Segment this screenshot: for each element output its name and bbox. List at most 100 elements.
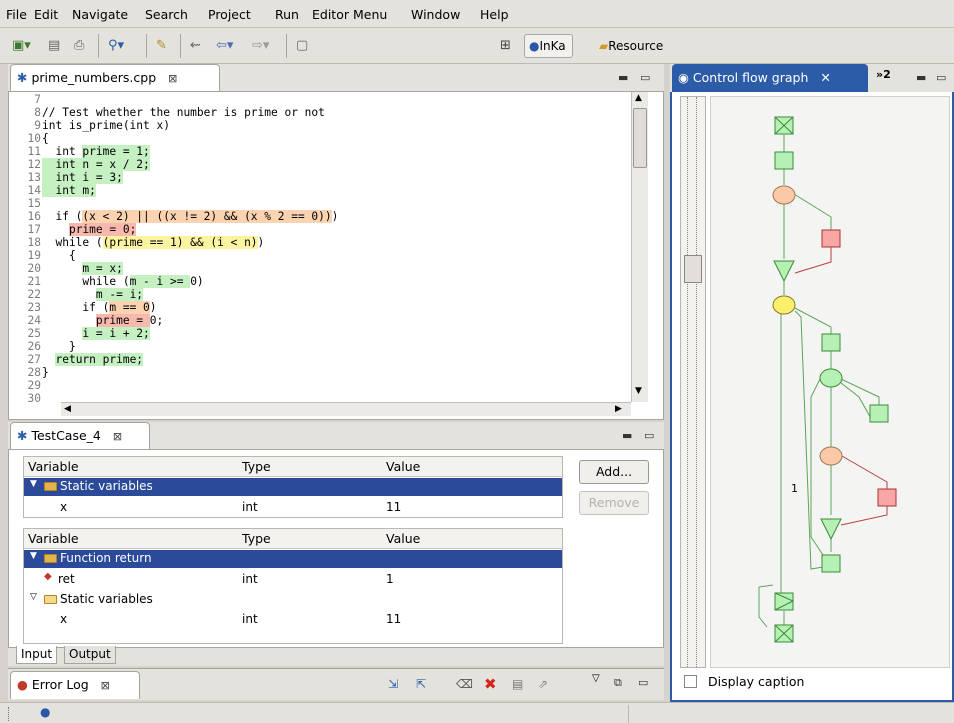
- print-icon[interactable]: ⎙: [74, 36, 84, 56]
- column-type[interactable]: Type: [242, 459, 271, 474]
- column-variable[interactable]: Variable: [28, 531, 79, 546]
- last-edit-icon[interactable]: ⇜: [190, 36, 201, 56]
- zoom-slider-thumb[interactable]: [684, 255, 702, 283]
- remove-button[interactable]: Remove: [579, 491, 649, 515]
- code-editor[interactable]: 7 8// Test whether the number is prime or…: [8, 91, 664, 420]
- column-variable[interactable]: Variable: [28, 459, 79, 474]
- save-icon[interactable]: ▤: [48, 36, 60, 56]
- output-table[interactable]: Variable Type Value ▼ Function return ◆ …: [23, 528, 563, 644]
- overflow-tabs-indicator[interactable]: »2: [876, 68, 891, 81]
- export-log-icon[interactable]: ⇲: [388, 677, 398, 691]
- minimize-icon[interactable]: ▬: [622, 429, 632, 442]
- code-line[interactable]: int i = 3;: [42, 171, 123, 184]
- column-value[interactable]: Value: [386, 459, 420, 474]
- tree-row-static-variables[interactable]: ▽ Static variables: [24, 589, 562, 609]
- close-icon[interactable]: ⊠: [168, 72, 177, 85]
- code-line[interactable]: }: [42, 340, 76, 353]
- menu-project[interactable]: Project: [208, 7, 251, 22]
- tab-testcase-4[interactable]: ✱ TestCase_4 ⊠: [10, 422, 150, 450]
- inka-status-icon[interactable]: ●: [40, 705, 50, 719]
- code-line[interactable]: // Test whether the number is prime or n…: [42, 106, 325, 119]
- column-value[interactable]: Value: [386, 531, 420, 546]
- maximize-icon[interactable]: ▭: [640, 71, 650, 84]
- close-icon[interactable]: ✕: [820, 70, 830, 85]
- perspective-resource[interactable]: ▰Resource: [594, 34, 670, 58]
- code-line[interactable]: while ((prime == 1) && (i < n)): [42, 236, 264, 249]
- close-icon[interactable]: ⊠: [101, 679, 110, 692]
- code-line[interactable]: prime = 0;: [42, 223, 137, 236]
- search-icon[interactable]: ⚲▾: [108, 36, 124, 56]
- code-line[interactable]: int is_prime(int x): [42, 119, 170, 132]
- code-line[interactable]: int n = x / 2;: [42, 158, 150, 171]
- code-line[interactable]: m = x;: [42, 262, 123, 275]
- code-line[interactable]: }: [42, 366, 49, 379]
- perspective-inka[interactable]: ●InKa: [524, 34, 573, 58]
- tree-row-static-variables[interactable]: ▼ Static variables: [24, 478, 562, 496]
- minimize-icon[interactable]: ▬: [916, 71, 926, 84]
- code-line[interactable]: while (m - i >= 0): [42, 275, 204, 288]
- code-line[interactable]: {: [42, 132, 49, 145]
- delete-log-icon[interactable]: ✖: [484, 675, 497, 693]
- maximize-icon[interactable]: ▭: [638, 676, 648, 689]
- table-row[interactable]: x int 11: [24, 609, 562, 629]
- minimize-icon[interactable]: ▬: [618, 71, 628, 84]
- tab-error-log[interactable]: ● Error Log ⊠: [10, 671, 140, 699]
- tree-row-function-return[interactable]: ▼ Function return: [24, 550, 562, 568]
- scroll-right-icon[interactable]: ▶: [615, 404, 622, 414]
- tab-control-flow-graph[interactable]: ◉ Control flow graph ✕: [672, 64, 868, 92]
- restore-icon[interactable]: ⧉: [614, 676, 622, 690]
- view-menu-icon[interactable]: ▽: [592, 673, 600, 684]
- maximize-icon[interactable]: ▭: [644, 429, 654, 442]
- tab-input[interactable]: Input: [16, 646, 58, 664]
- open-perspective-icon[interactable]: ⊞: [500, 36, 511, 56]
- code-line[interactable]: prime = 0;: [42, 314, 163, 327]
- menu-file[interactable]: File: [6, 7, 27, 22]
- add-button[interactable]: Add...: [579, 460, 649, 484]
- column-type[interactable]: Type: [242, 531, 271, 546]
- input-table[interactable]: Variable Type Value ▼ Static variables x…: [23, 456, 563, 518]
- open-log-icon[interactable]: ▤: [512, 677, 523, 691]
- table-row[interactable]: x int 11: [24, 497, 562, 517]
- display-caption-option[interactable]: Display caption: [680, 672, 880, 692]
- scroll-up-icon[interactable]: ▲: [635, 93, 642, 103]
- code-line[interactable]: {: [42, 249, 76, 262]
- code-line[interactable]: m -= i;: [42, 288, 144, 301]
- scroll-thumb[interactable]: [633, 108, 647, 168]
- expanded-arrow-icon[interactable]: ▼: [30, 479, 37, 489]
- forward-icon[interactable]: ⇨▾: [252, 36, 269, 56]
- code-line[interactable]: i = i + 2;: [42, 327, 150, 340]
- expanded-arrow-icon[interactable]: ▽: [30, 592, 37, 602]
- expanded-arrow-icon[interactable]: ▼: [30, 551, 37, 561]
- menu-editor-menu[interactable]: Editor Menu: [312, 7, 387, 22]
- code-line[interactable]: int m;: [42, 184, 96, 197]
- menu-edit[interactable]: Edit: [34, 7, 58, 22]
- display-caption-checkbox[interactable]: [684, 675, 697, 688]
- menu-navigate[interactable]: Navigate: [72, 7, 128, 22]
- scroll-down-icon[interactable]: ▼: [635, 386, 642, 396]
- code-line[interactable]: int prime = 1;: [42, 145, 150, 158]
- pin-icon[interactable]: ▢: [296, 36, 308, 56]
- zoom-slider-track[interactable]: [680, 96, 706, 668]
- editor-vertical-scrollbar[interactable]: ▲ ▼: [631, 92, 648, 402]
- clear-log-icon[interactable]: ⌫: [456, 677, 473, 691]
- code-line[interactable]: return prime;: [42, 353, 144, 366]
- maximize-icon[interactable]: ▭: [936, 71, 946, 84]
- menu-window[interactable]: Window: [411, 7, 460, 22]
- close-icon[interactable]: ⊠: [113, 430, 122, 443]
- menu-help[interactable]: Help: [480, 7, 509, 22]
- import-log-icon[interactable]: ⇱: [416, 677, 426, 691]
- new-icon[interactable]: ▣▾: [12, 36, 31, 56]
- cfg-canvas[interactable]: 1: [710, 96, 950, 668]
- back-icon[interactable]: ⇦▾: [216, 36, 233, 56]
- code-line[interactable]: if (m == 0): [42, 301, 157, 314]
- restore-log-icon[interactable]: ⇗: [538, 677, 548, 691]
- code-line[interactable]: if ((x < 2) || ((x != 2) && (x % 2 == 0)…: [42, 210, 338, 223]
- editor-horizontal-scrollbar[interactable]: ◀ ▶: [61, 402, 631, 416]
- menu-search[interactable]: Search: [145, 7, 188, 22]
- menu-run[interactable]: Run: [275, 7, 299, 22]
- tab-output[interactable]: Output: [64, 646, 116, 664]
- tab-prime-numbers-cpp[interactable]: ✱ prime_numbers.cpp ⊠: [10, 64, 220, 92]
- scroll-left-icon[interactable]: ◀: [64, 404, 71, 414]
- code-area[interactable]: 7 8// Test whether the number is prime or…: [9, 92, 629, 405]
- pen-icon[interactable]: ✎: [156, 36, 167, 56]
